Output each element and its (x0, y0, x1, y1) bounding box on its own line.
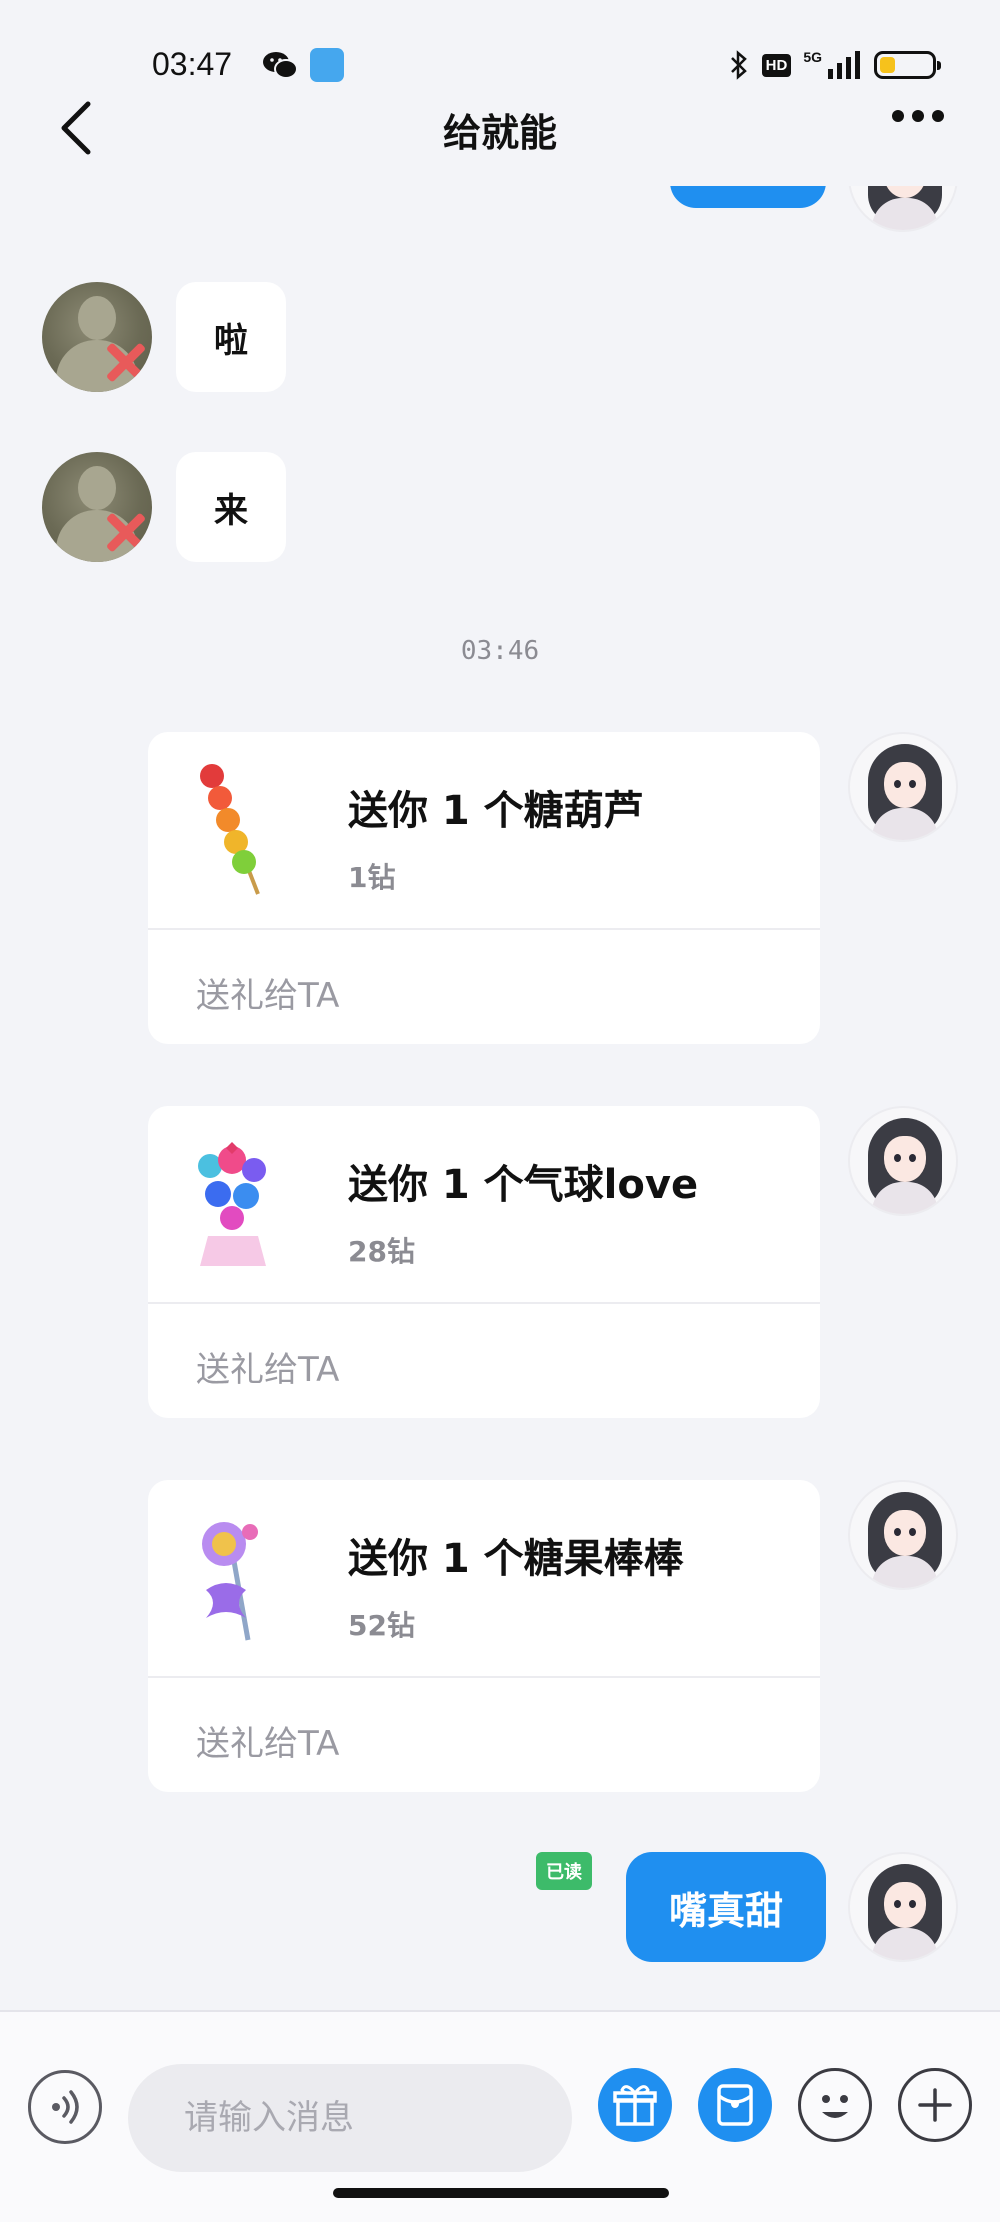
dot (912, 110, 924, 122)
send-gift-back-link[interactable]: 送礼给TA (196, 1716, 339, 1765)
gift-card[interactable]: 送你 1 个糖果棒棒 52钻 送礼给TA (148, 1480, 820, 1792)
bluetooth-icon (730, 50, 747, 80)
gift-title: 送你 1 个糖果棒棒 (348, 1536, 684, 1582)
send-gift-back-link[interactable]: 送礼给TA (196, 968, 339, 1017)
read-badge: 已读 (536, 1852, 592, 1890)
gift-price: 1钻 (348, 861, 396, 894)
message-bubble-incoming[interactable]: 来 (176, 452, 286, 562)
peer-avatar[interactable] (42, 282, 152, 392)
divider (148, 1302, 820, 1304)
plus-icon[interactable] (898, 2068, 972, 2142)
gift-price: 28钻 (348, 1235, 415, 1268)
voice-icon[interactable] (28, 2070, 102, 2144)
tanghulu-icon (200, 764, 260, 895)
gift-card-header: 送你 1 个糖果棒棒 52钻 (148, 1480, 820, 1676)
network-label: 5G (803, 49, 822, 65)
gift-card-header: 送你 1 个气球love 28钻 (148, 1106, 820, 1302)
app-icon (310, 48, 344, 82)
divider (148, 1676, 820, 1678)
self-avatar[interactable] (848, 1480, 958, 1590)
gift-card-header: 送你 1 个糖葫芦 1钻 (148, 732, 820, 928)
message-bubble-incoming[interactable]: 啦 (176, 282, 286, 392)
message-bubble-outgoing-partial[interactable] (670, 186, 826, 208)
more-dots-icon[interactable] (892, 110, 956, 122)
candy-wand-icon (202, 1522, 258, 1641)
emoji-icon[interactable] (798, 2068, 872, 2142)
self-avatar[interactable] (848, 1106, 958, 1216)
gift-card[interactable]: 送你 1 个糖葫芦 1钻 送礼给TA (148, 732, 820, 1044)
send-gift-back-link[interactable]: 送礼给TA (196, 1342, 339, 1391)
signal-icon (828, 51, 860, 79)
gift-price: 52钻 (348, 1609, 415, 1642)
dot (892, 110, 904, 122)
status-time: 03:47 (152, 46, 233, 82)
red-packet-icon[interactable] (698, 2068, 772, 2142)
wechat-icon (263, 52, 298, 79)
self-avatar[interactable] (848, 186, 958, 232)
battery-fill (880, 57, 895, 73)
message-bubble-outgoing[interactable]: 嘴真甜 (626, 1852, 826, 1962)
message-input[interactable] (128, 2064, 572, 2172)
divider (148, 928, 820, 930)
chat-area[interactable]: 啦 来 03:46 送你 1 个糖葫芦 1钻 送礼给TA 送你 1 个气球lov… (0, 186, 1000, 2010)
gift-card[interactable]: 送你 1 个气球love 28钻 送礼给TA (148, 1106, 820, 1418)
gift-title: 送你 1 个气球love (348, 1162, 699, 1208)
self-avatar[interactable] (848, 732, 958, 842)
hd-badge: HD (761, 53, 792, 77)
home-indicator[interactable] (333, 2188, 669, 2198)
time-separator: 03:46 (460, 636, 540, 666)
gift-icon[interactable] (598, 2068, 672, 2142)
gift-title: 送你 1 个糖葫芦 (348, 788, 644, 834)
page-title: 给就能 (442, 111, 557, 155)
dot (932, 110, 944, 122)
self-avatar[interactable] (848, 1852, 958, 1962)
status-right: HD 5G (728, 48, 941, 82)
balloon-love-icon (198, 1142, 266, 1266)
battery-icon (874, 51, 941, 79)
peer-avatar[interactable] (42, 452, 152, 562)
